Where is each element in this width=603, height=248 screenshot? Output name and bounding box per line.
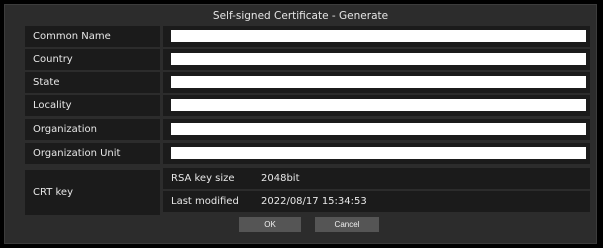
organization-input[interactable] — [171, 123, 586, 135]
state-cell — [163, 72, 590, 93]
country-cell — [163, 49, 590, 70]
locality-label: Locality — [25, 95, 160, 116]
dialog-title: Self-signed Certificate - Generate — [212, 10, 389, 22]
last-modified-row: Last modified 2022/08/17 15:34:53 — [163, 191, 590, 212]
organization-unit-input[interactable] — [171, 147, 586, 159]
country-input[interactable] — [171, 53, 586, 65]
locality-input[interactable] — [171, 99, 586, 111]
state-label: State — [25, 72, 160, 93]
crt-key-label: CRT key — [25, 170, 160, 215]
organization-cell — [163, 119, 590, 140]
rsa-key-size-value: 2048bit — [261, 173, 300, 184]
organization-unit-cell — [163, 143, 590, 164]
common-name-input[interactable] — [171, 30, 586, 42]
locality-cell — [163, 95, 590, 116]
rsa-key-size-row: RSA key size 2048bit — [163, 168, 590, 189]
cancel-button[interactable]: Cancel — [315, 217, 379, 232]
rsa-key-size-label: RSA key size — [171, 173, 235, 184]
last-modified-label: Last modified — [171, 196, 239, 207]
ok-button[interactable]: OK — [239, 217, 301, 232]
common-name-cell — [163, 26, 590, 47]
country-label: Country — [25, 49, 160, 70]
organization-label: Organization — [25, 119, 160, 140]
common-name-label: Common Name — [25, 26, 160, 47]
last-modified-value: 2022/08/17 15:34:53 — [261, 196, 367, 207]
state-input[interactable] — [171, 76, 586, 88]
organization-unit-label: Organization Unit — [25, 143, 160, 164]
certificate-generate-dialog: Self-signed Certificate - Generate Commo… — [4, 4, 597, 244]
